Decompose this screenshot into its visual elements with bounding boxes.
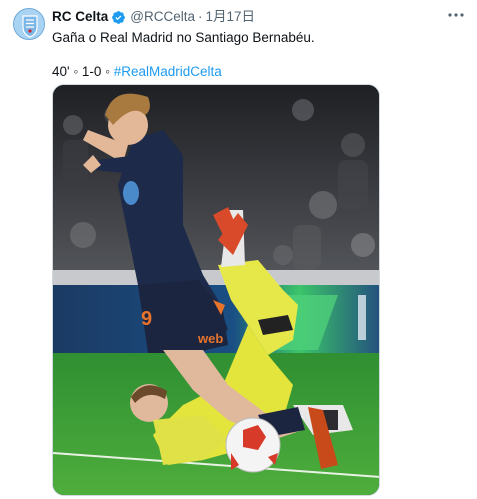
tweet-date[interactable]: 1月17日 [205, 9, 255, 25]
account-name[interactable]: RC Celta [52, 9, 108, 25]
sponsor-text: web [197, 331, 223, 346]
tweet-score-line: 40' ◦ 1-0 ◦ #RealMadridCelta [52, 63, 462, 80]
avatar[interactable] [13, 8, 45, 40]
account-handle[interactable]: @RCCelta [130, 9, 195, 25]
shirt-number: 9 [141, 308, 152, 330]
separator-dot: · [197, 9, 203, 24]
verified-badge-icon [111, 10, 126, 25]
celta-crest-icon [14, 9, 44, 39]
ball-icon [225, 417, 281, 473]
tweet-text: Gaña o Real Madrid no Santiago Bernabéu.… [52, 29, 462, 80]
tweet-text-line: Gaña o Real Madrid no Santiago Bernabéu. [52, 30, 315, 45]
hashtag-link[interactable]: #RealMadridCelta [114, 64, 222, 79]
tweet-card[interactable]: RC Celta @RCCelta · 1月17日 Gaña o Real Ma… [0, 0, 477, 499]
tweet-photo[interactable]: 9 web [52, 84, 380, 496]
match-photo: 9 web [53, 85, 379, 495]
tweet-header: RC Celta @RCCelta · 1月17日 [52, 9, 255, 25]
more-options-icon[interactable] [446, 6, 466, 24]
score-text: 40' ◦ 1-0 ◦ [52, 64, 114, 79]
